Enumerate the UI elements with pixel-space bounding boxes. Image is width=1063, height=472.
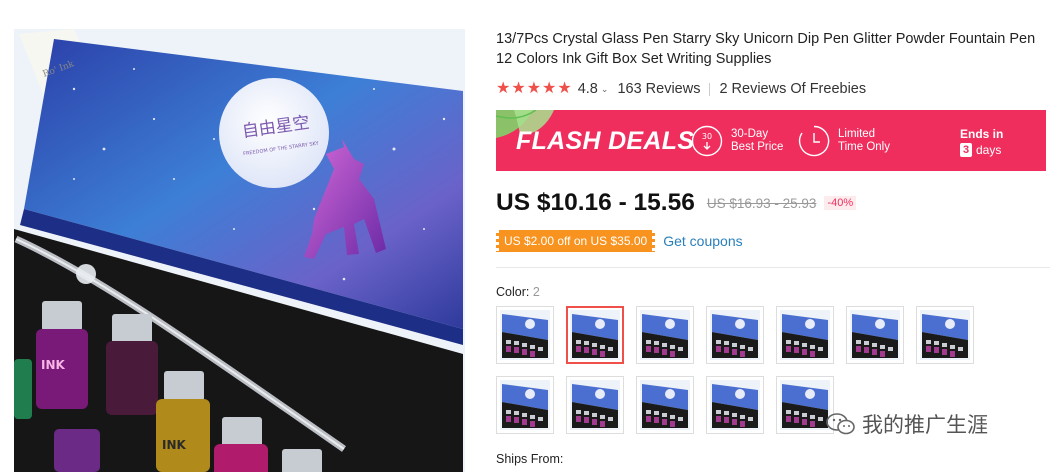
rating-score[interactable]: 4.8	[578, 81, 598, 97]
color-swatch[interactable]	[916, 306, 974, 364]
ink-bottle-label: INK	[41, 358, 66, 372]
chevron-down-icon[interactable]: ⌄	[601, 84, 609, 95]
swatch-thumbnail	[640, 310, 690, 360]
product-info-panel: 13/7Pcs Crystal Glass Pen Starry Sky Uni…	[496, 0, 1051, 472]
price-row: US $10.16 - 15.56 US $16.93 - 25.93 -40%	[496, 188, 857, 218]
color-swatch[interactable]	[566, 376, 624, 434]
section-divider	[496, 267, 1050, 268]
ink-bottle-label-2: INK	[162, 438, 187, 452]
flash-deals-banner: FLASH DEALS 30 30-Day Best Price Limited…	[496, 110, 1046, 171]
divider	[709, 82, 711, 96]
star-icon: ★	[542, 80, 557, 97]
color-swatch[interactable]	[636, 376, 694, 434]
color-swatch[interactable]	[706, 376, 764, 434]
star-icon: ★	[557, 80, 572, 97]
best-price-line1: 30-Day	[731, 128, 769, 140]
swatch-thumbnail	[920, 310, 970, 360]
swatch-thumbnail	[850, 310, 900, 360]
rating-row: ★ ★ ★ ★ ★ 4.8 ⌄ 163 Reviews 2 Reviews Of…	[496, 79, 866, 99]
watermark: 我的推广生涯	[826, 409, 988, 439]
clock-icon	[798, 125, 830, 157]
swatch-thumbnail	[780, 380, 830, 430]
svg-text:30: 30	[702, 132, 712, 141]
best-price-feature: 30 30-Day Best Price	[691, 124, 783, 158]
swatch-thumbnail	[570, 380, 620, 430]
star-icon: ★	[496, 80, 511, 97]
current-price: US $10.16 - 15.56	[496, 189, 695, 216]
rating-stars: ★ ★ ★ ★ ★	[496, 81, 572, 97]
limited-time-feature: Limited Time Only	[798, 124, 890, 158]
freebies-reviews-link[interactable]: 2 Reviews Of Freebies	[719, 81, 866, 97]
swatch-thumbnail	[500, 380, 550, 430]
star-icon: ★	[511, 80, 526, 97]
product-title: 13/7Pcs Crystal Glass Pen Starry Sky Uni…	[496, 31, 1036, 67]
coupon-badge[interactable]: US $2.00 off on US $35.00	[496, 230, 656, 252]
product-main-image[interactable]: 自由星空 FREEDOM OF THE STARRY SKY INK INK R…	[14, 29, 465, 472]
color-swatch[interactable]	[496, 306, 554, 364]
swatch-thumbnail	[500, 310, 550, 360]
best-price-line2: Best Price	[731, 141, 784, 153]
coupon-row: US $2.00 off on US $35.00 Get coupons	[496, 230, 743, 252]
color-swatch[interactable]	[776, 306, 834, 364]
reviews-link[interactable]: 163 Reviews	[617, 81, 700, 97]
days-label: days	[976, 143, 1002, 157]
limited-line2: Time Only	[838, 141, 890, 153]
days-count: 3	[960, 143, 972, 157]
color-count: 2	[532, 285, 540, 299]
color-swatch[interactable]	[636, 306, 694, 364]
watermark-text: 我的推广生涯	[862, 414, 988, 437]
color-label: Color: 2	[496, 285, 540, 299]
swatch-thumbnail	[710, 380, 760, 430]
discount-badge: -40%	[824, 196, 857, 210]
color-swatch[interactable]	[566, 306, 624, 364]
swatch-thumbnail	[710, 310, 760, 360]
get-coupons-link[interactable]: Get coupons	[663, 233, 742, 249]
color-swatch[interactable]	[706, 306, 764, 364]
star-icon: ★	[526, 80, 542, 97]
ends-in-label: Ends in	[960, 127, 1004, 141]
color-swatch[interactable]	[496, 376, 554, 434]
price-guarantee-icon: 30	[691, 125, 723, 157]
swatch-thumbnail	[640, 380, 690, 430]
swatch-thumbnail	[570, 310, 620, 360]
countdown: Ends in 3 days	[960, 126, 1003, 158]
flash-deals-title: FLASH DEALS	[516, 127, 695, 155]
swatch-thumbnail	[780, 310, 830, 360]
limited-line1: Limited	[838, 128, 876, 140]
wechat-icon	[826, 413, 855, 435]
ships-from-label: Ships From:	[496, 452, 564, 466]
original-price: US $16.93 - 25.93	[706, 195, 817, 211]
color-swatch[interactable]	[846, 306, 904, 364]
